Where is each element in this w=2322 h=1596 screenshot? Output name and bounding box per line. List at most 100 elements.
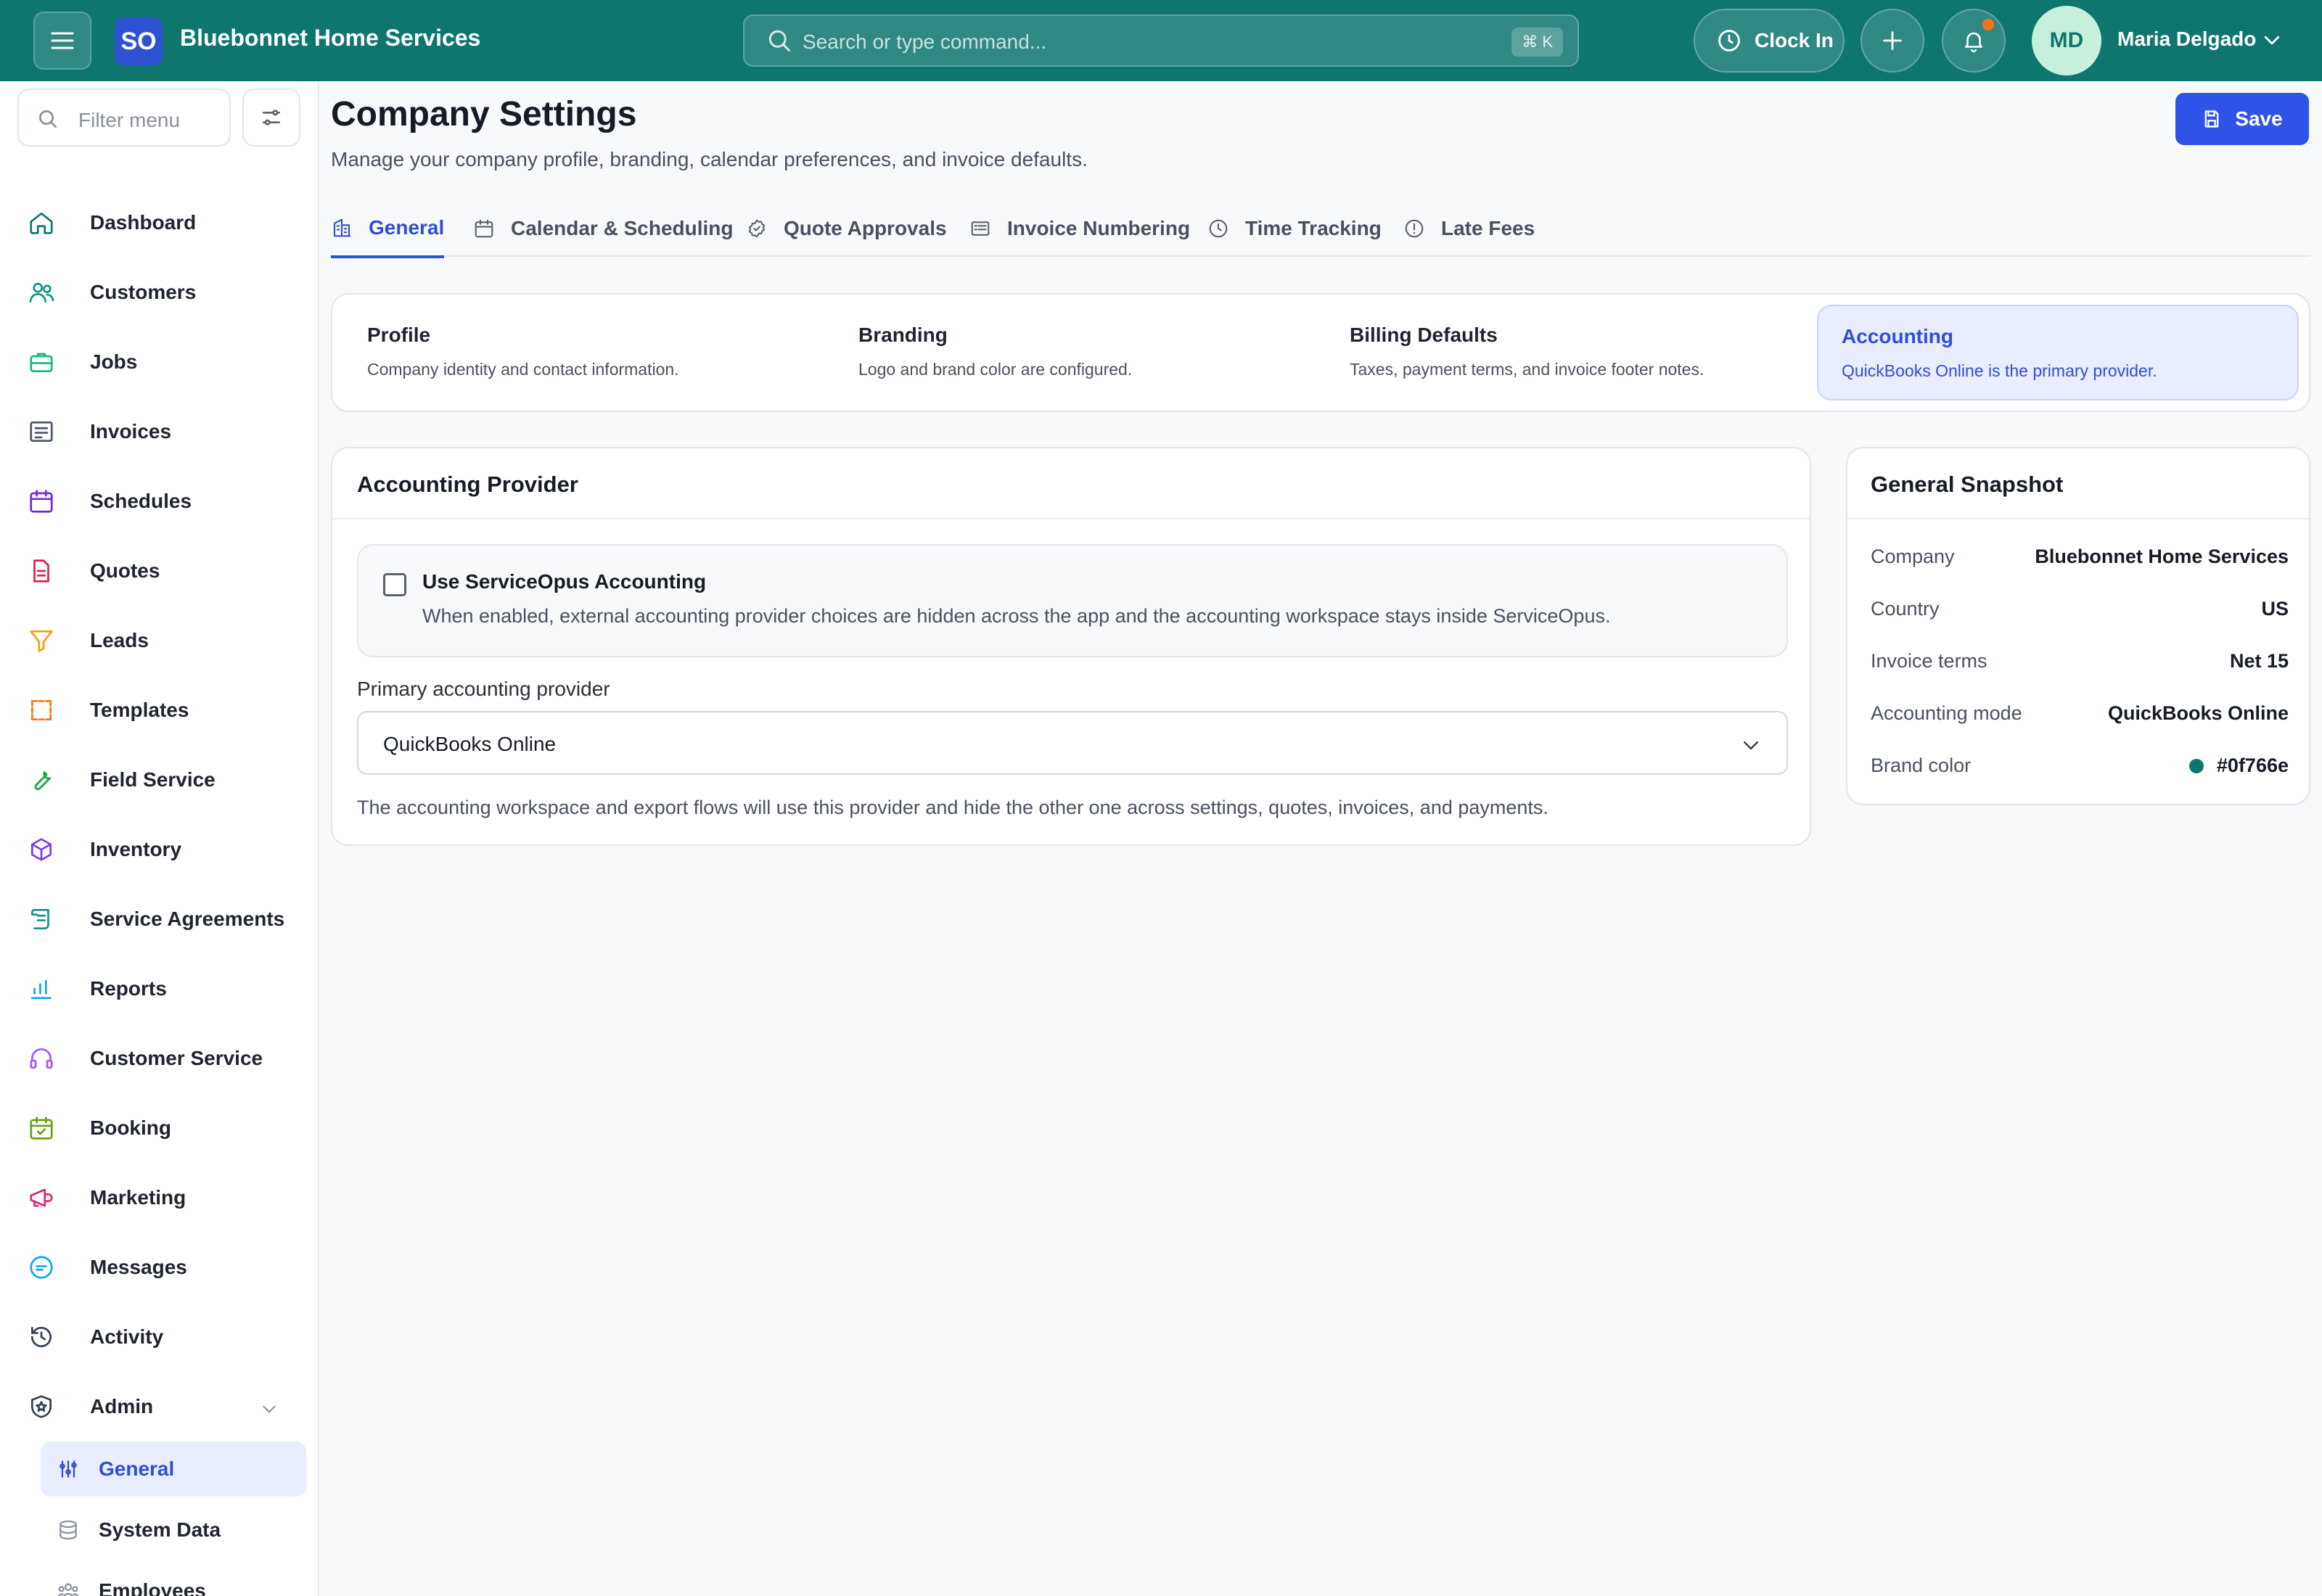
sidebar-item-booking[interactable]: Booking [17, 1101, 305, 1156]
box-icon [30, 838, 52, 861]
section-card-profile[interactable]: Profile Company identity and contact inf… [344, 305, 826, 400]
sidebar-item-messages[interactable]: Messages [17, 1240, 305, 1295]
nav-icon-wrap [17, 279, 64, 306]
tab-calendar-scheduling[interactable]: Calendar & Scheduling [473, 200, 734, 257]
sidebar-subitem-employees[interactable]: Employees [41, 1563, 306, 1596]
sidebar-item-customer-service[interactable]: Customer Service [17, 1031, 305, 1086]
sidebar-item-label: Leads [90, 629, 149, 651]
sidebar-item-reports[interactable]: Reports [17, 961, 305, 1016]
nav-icon-wrap [17, 1254, 64, 1281]
sidebar-item-schedules[interactable]: Schedules [17, 474, 305, 529]
add-button[interactable] [1861, 9, 1924, 73]
section-title: Accounting [1842, 325, 1953, 347]
sidebar-item-customers[interactable]: Customers [17, 265, 305, 320]
sidebar-item-label: Invoices [90, 420, 172, 443]
option-description: When enabled, external accounting provid… [422, 605, 1611, 627]
sidebar-item-label: Templates [90, 699, 189, 721]
nav-icon-wrap [17, 766, 64, 794]
sidebar-item-label: Employees [99, 1579, 206, 1596]
avatar[interactable]: MD [2032, 6, 2101, 75]
sidebar-item-label: Field Service [90, 768, 216, 791]
chevron-down-icon[interactable] [2261, 29, 2283, 51]
nav-icon-wrap [17, 696, 64, 724]
save-button[interactable]: Save [2175, 93, 2309, 145]
brand-color-value: #0f766e [2216, 754, 2289, 776]
tab-time-tracking[interactable]: Time Tracking [1207, 200, 1382, 257]
sidebar-item-activity[interactable]: Activity [17, 1309, 305, 1365]
headset-icon [30, 1048, 53, 1069]
sidebar-item-label: Customers [90, 281, 197, 303]
filter-settings-button[interactable] [242, 89, 300, 147]
sidebar-item-dashboard[interactable]: Dashboard [17, 195, 305, 250]
snapshot-key: Accounting mode [1871, 702, 2022, 724]
sidebar-item-quotes[interactable]: Quotes [17, 543, 305, 598]
sidebar-item-leads[interactable]: Leads [17, 613, 305, 668]
nav-icon-wrap [17, 557, 64, 585]
snapshot-key: Invoice terms [1871, 650, 1987, 672]
sidebar-item-invoices[interactable]: Invoices [17, 404, 305, 459]
nav-icon-wrap [17, 627, 64, 654]
sidebar-item-field-service[interactable]: Field Service [17, 752, 305, 807]
nav-icon-wrap [17, 488, 64, 515]
menu-toggle-button[interactable] [33, 12, 91, 70]
use-internal-accounting-option[interactable]: Use ServiceOpus Accounting When enabled,… [357, 544, 1788, 657]
receipt-icon [30, 421, 53, 443]
sidebar-item-service-agreements[interactable]: Service Agreements [17, 892, 305, 947]
sidebar-subitem-system-data[interactable]: System Data [41, 1502, 306, 1558]
company-name: Bluebonnet Home Services [180, 25, 481, 51]
use-internal-accounting-checkbox[interactable] [383, 573, 406, 596]
command-search-input[interactable]: Search or type command... ⌘ K [743, 15, 1579, 67]
app-logo[interactable]: SO [115, 17, 163, 65]
file-icon [33, 559, 49, 583]
sidebar-item-jobs[interactable]: Jobs [17, 334, 305, 390]
search-placeholder: Search or type command... [803, 30, 1047, 53]
page-subtitle: Manage your company profile, branding, c… [331, 148, 1088, 170]
bell-icon [1965, 32, 1982, 53]
snapshot-value: Bluebonnet Home Services [2035, 546, 2289, 567]
tab-label: Calendar & Scheduling [511, 217, 734, 239]
funnel-icon [30, 630, 53, 652]
chevron-down-icon [1744, 741, 1758, 750]
save-label: Save [2235, 107, 2283, 130]
notifications-button[interactable] [1942, 9, 2006, 73]
tab-general[interactable]: General [331, 200, 445, 258]
tab-quote-approvals[interactable]: Quote Approvals [746, 200, 947, 257]
sidebar-item-inventory[interactable]: Inventory [17, 822, 305, 877]
calendar-icon [30, 490, 53, 513]
calendar-check-icon [30, 1116, 53, 1140]
shield-icon [30, 1395, 52, 1418]
tab-label: Quote Approvals [784, 217, 947, 239]
nav-icon-wrap [17, 1114, 64, 1142]
section-title: Profile [367, 324, 431, 346]
section-card-billing-defaults[interactable]: Billing Defaults Taxes, payment terms, a… [1326, 305, 1808, 400]
save-icon [2204, 110, 2219, 128]
sidebar-item-label: Inventory [90, 838, 182, 860]
clock-in-button[interactable]: Clock In [1694, 9, 1845, 73]
snapshot-key: Country [1871, 598, 1940, 620]
nav-icon-wrap [41, 1457, 80, 1481]
nav-icon-wrap [41, 1579, 80, 1596]
sidebar: Filter menu Dashboard Customers Jobs Invoic… [0, 81, 319, 1596]
tab-label: Late Fees [1441, 217, 1535, 239]
sidebar-item-templates[interactable]: Templates [17, 683, 305, 738]
section-card-accounting[interactable]: Accounting QuickBooks Online is the prim… [1817, 305, 2299, 400]
briefcase-icon [30, 353, 53, 373]
tab-invoice-numbering[interactable]: Invoice Numbering [969, 200, 1190, 257]
tab-label: Time Tracking [1245, 217, 1382, 239]
sidebar-item-marketing[interactable]: Marketing [17, 1170, 305, 1225]
filter-placeholder: Filter menu [78, 109, 181, 131]
provider-select[interactable]: QuickBooks Online [357, 711, 1788, 775]
sidebar-subitem-general[interactable]: General [41, 1441, 306, 1497]
section-description: Company identity and contact information… [367, 360, 679, 379]
wrench-icon [34, 771, 52, 791]
user-name[interactable]: Maria Delgado [2117, 28, 2256, 51]
tab-late-fees[interactable]: Late Fees [1403, 200, 1535, 257]
chevron-down-icon [263, 1405, 276, 1413]
section-card-branding[interactable]: Branding Logo and brand color are config… [835, 305, 1317, 400]
alert-circle-icon [1405, 219, 1424, 238]
sidebar-item-admin[interactable]: Admin [17, 1379, 305, 1434]
section-title: Billing Defaults [1350, 324, 1498, 346]
filter-menu-input[interactable]: Filter menu [17, 89, 231, 147]
home-icon [30, 212, 53, 234]
template-icon [30, 699, 52, 721]
